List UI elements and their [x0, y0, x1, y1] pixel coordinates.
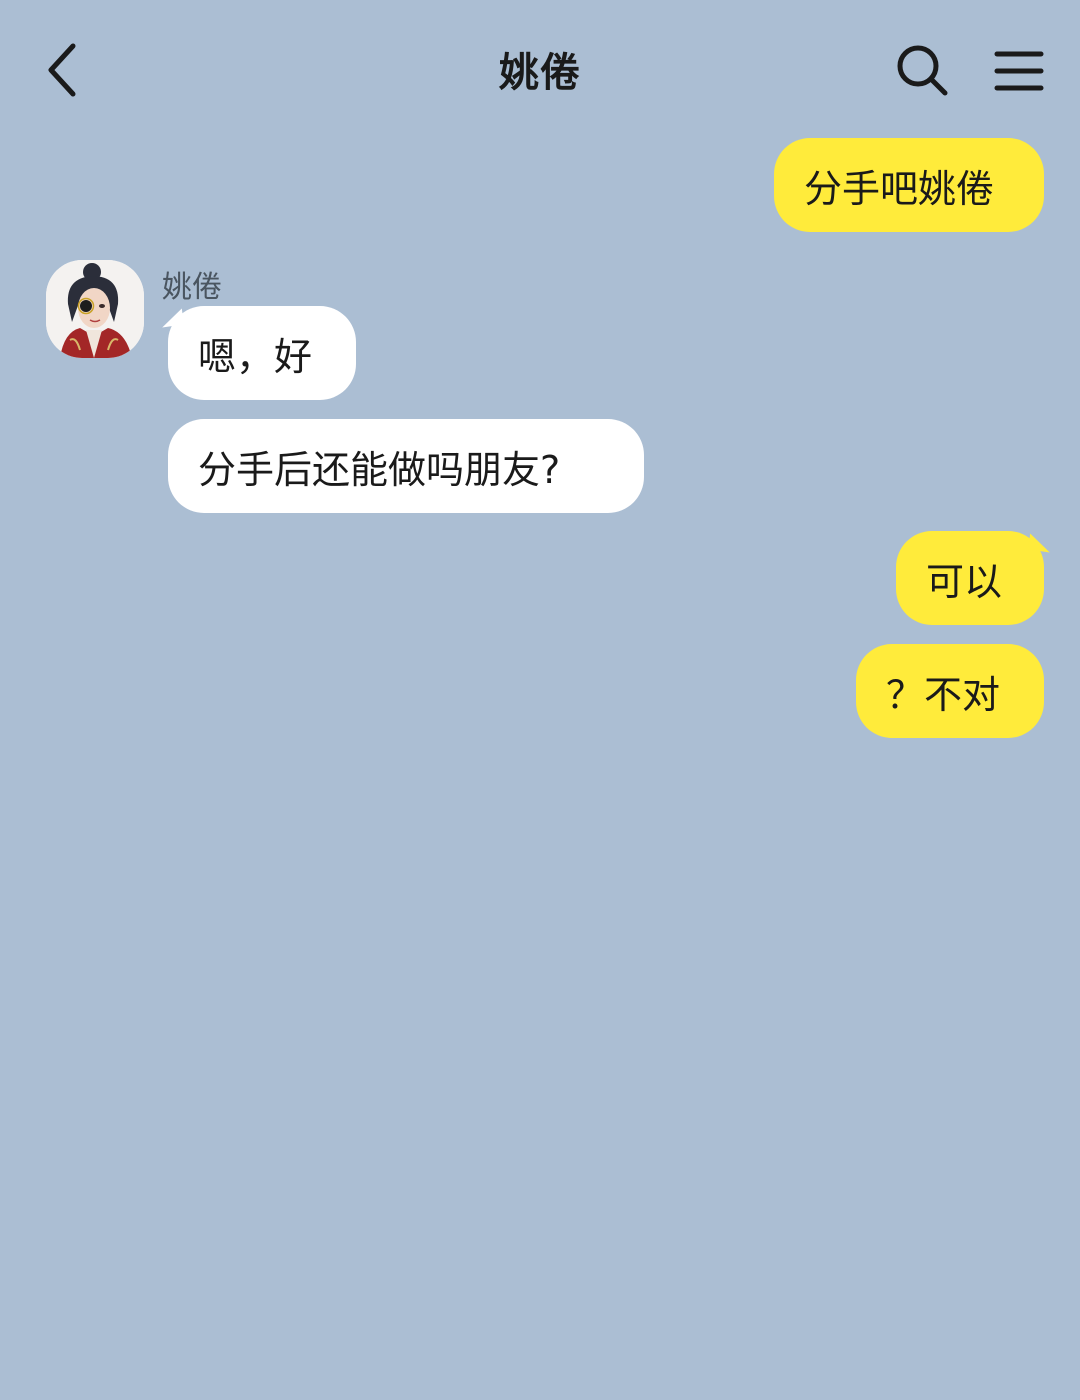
search-icon	[897, 45, 948, 96]
outgoing-message-bubble[interactable]: ？不对	[856, 644, 1044, 738]
message-text: 嗯，好	[198, 334, 313, 379]
outgoing-message-bubble[interactable]: 分手吧姚倦	[774, 138, 1044, 232]
avatar-illustration	[46, 260, 144, 358]
message-text: 分手吧姚倦	[804, 166, 995, 211]
incoming-message-bubble[interactable]: 嗯，好	[168, 306, 356, 400]
message-text: 可以	[926, 559, 1003, 604]
message-text: ？不对	[886, 672, 1001, 717]
incoming-message-bubble[interactable]: 分手后还能做吗朋友?	[168, 419, 644, 513]
outgoing-message-bubble[interactable]: 可以	[896, 531, 1044, 625]
chat-header: 姚倦	[0, 0, 1080, 140]
avatar[interactable]	[46, 260, 144, 358]
message-text: 分手后还能做吗朋友?	[198, 447, 561, 492]
sender-name: 姚倦	[162, 270, 222, 305]
search-button[interactable]	[888, 36, 958, 106]
hamburger-menu-icon	[994, 51, 1044, 91]
menu-button[interactable]	[984, 36, 1054, 106]
